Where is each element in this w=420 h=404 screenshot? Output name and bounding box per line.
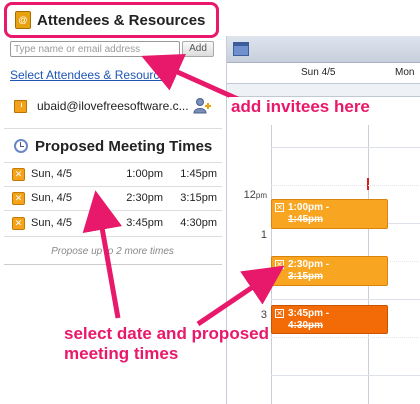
time-end[interactable]: 3:15pm	[167, 192, 217, 204]
day-header-row: Sun 4/5 Mon	[227, 63, 420, 84]
event-end: 1:45pm	[288, 214, 324, 225]
divider	[4, 264, 222, 265]
clock-icon	[14, 139, 28, 153]
calendar-toolbar	[227, 36, 420, 63]
annotation-select-times: select date and proposed meeting times	[64, 324, 364, 364]
attendees-title: Attendees & Resources	[37, 11, 206, 29]
divider	[4, 236, 222, 237]
annotation-line: select date and proposed	[64, 324, 269, 343]
remove-time-icon[interactable]: ✕	[12, 167, 25, 181]
add-button[interactable]: Add	[182, 41, 214, 57]
time-day: Sun, 4/5	[31, 168, 72, 180]
time-end[interactable]: 1:45pm	[167, 168, 217, 180]
hour-line	[271, 147, 420, 148]
event-start: 2:30pm -	[288, 259, 330, 270]
invite-row: Add	[10, 41, 214, 57]
calendar-icon[interactable]	[233, 42, 249, 56]
divider	[4, 128, 222, 129]
event-end: 3:15pm	[288, 271, 324, 282]
hour-label: 2pm	[249, 270, 267, 282]
time-start[interactable]: 1:00pm	[115, 168, 163, 180]
time-day: Sun, 4/5	[31, 217, 72, 229]
time-start[interactable]: 3:45pm	[115, 217, 163, 229]
proposed-time-row[interactable]: ✕ Sun, 4/5 1:00pm 1:45pm	[12, 164, 217, 184]
proposed-event[interactable]: ✕ 2:30pm - 3:15pm	[271, 256, 388, 286]
day-column-mon[interactable]: Mon	[395, 67, 414, 78]
event-remove-icon[interactable]: ✕	[275, 260, 284, 269]
attendee-email: ubaid@ilovefreesoftware.c...	[37, 99, 189, 113]
divider	[4, 186, 222, 187]
event-remove-icon[interactable]: ✕	[275, 309, 284, 318]
attendee-checkbox-icon[interactable]	[14, 99, 27, 113]
select-attendees-link[interactable]: Select Attendees & Resources	[10, 68, 172, 82]
annotation-add-invitees: add invitees here	[229, 97, 411, 125]
half-hour-line	[271, 185, 420, 187]
event-start: 3:45pm -	[288, 308, 330, 319]
hour-line	[271, 299, 420, 300]
divider	[4, 162, 222, 163]
proposed-time-row[interactable]: ✕ Sun, 4/5 3:45pm 4:30pm	[12, 213, 217, 233]
propose-more-hint: Propose up to 2 more times	[51, 246, 174, 257]
remove-time-icon[interactable]: ✕	[12, 191, 25, 205]
hour-label: 12pm	[243, 189, 267, 201]
time-start[interactable]: 2:30pm	[115, 192, 163, 204]
remove-time-icon[interactable]: ✕	[12, 216, 25, 230]
hour-label: 3	[260, 309, 267, 321]
divider	[4, 210, 222, 211]
annotation-line: meeting times	[64, 344, 179, 363]
proposed-times-header: Proposed Meeting Times	[14, 136, 219, 156]
event-remove-icon[interactable]: ✕	[275, 203, 284, 212]
time-day: Sun, 4/5	[31, 192, 72, 204]
proposed-event[interactable]: ✕ 1:00pm - 1:45pm	[271, 199, 388, 229]
contacts-book-icon: @	[15, 11, 31, 29]
event-start: 1:00pm -	[288, 202, 330, 213]
invite-input[interactable]	[10, 41, 180, 57]
hour-label: 1	[260, 229, 267, 241]
attendee-row: ubaid@ilovefreesoftware.c...	[14, 96, 214, 116]
add-person-icon[interactable]	[192, 96, 212, 116]
current-time-marker	[367, 178, 369, 190]
attendees-header: @ Attendees & Resources	[4, 2, 219, 38]
day-column-sun[interactable]: Sun 4/5	[301, 67, 335, 78]
all-day-row[interactable]	[227, 84, 420, 97]
proposed-time-row[interactable]: ✕ Sun, 4/5 2:30pm 3:15pm	[12, 188, 217, 208]
time-end[interactable]: 4:30pm	[167, 217, 217, 229]
proposed-times-title: Proposed Meeting Times	[35, 137, 213, 155]
hour-line	[271, 375, 420, 376]
grid-divider	[368, 97, 369, 404]
